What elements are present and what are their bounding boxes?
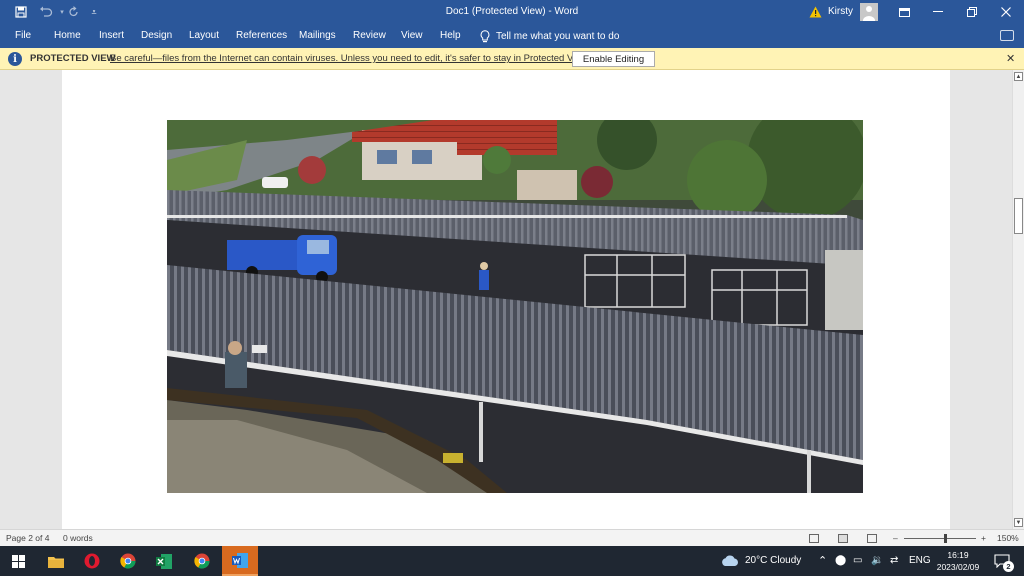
protected-view-bar: i PROTECTED VIEW Be careful—files from t… bbox=[0, 48, 1024, 70]
ribbon-tabs: File Home Insert Design Layout Reference… bbox=[0, 24, 1024, 48]
info-shield-icon: i bbox=[8, 52, 22, 66]
protected-view-label: PROTECTED VIEW bbox=[30, 53, 116, 64]
restore-button[interactable] bbox=[954, 0, 990, 24]
close-button[interactable] bbox=[988, 0, 1024, 24]
cloud-icon[interactable] bbox=[718, 546, 742, 576]
tab-view[interactable]: View bbox=[401, 24, 423, 48]
document-canvas[interactable] bbox=[0, 70, 1012, 529]
user-avatar[interactable] bbox=[860, 3, 878, 21]
tab-layout[interactable]: Layout bbox=[189, 24, 219, 48]
print-layout-icon[interactable] bbox=[838, 534, 848, 543]
tab-home[interactable]: Home bbox=[54, 24, 81, 48]
user-name[interactable]: Kirsty bbox=[828, 0, 853, 24]
read-mode-icon[interactable] bbox=[809, 534, 819, 543]
network-antivirus-icon[interactable]: ⬤ bbox=[835, 546, 846, 576]
title-bar: ▾ ⩡ Doc1 (Protected View) - Word Kirsty bbox=[0, 0, 1024, 24]
volume-icon[interactable]: 🔉 bbox=[871, 546, 883, 576]
status-bar: Page 2 of 4 0 words – + 150% bbox=[0, 529, 1024, 546]
zoom-in-icon[interactable]: + bbox=[981, 530, 986, 547]
tell-me-search[interactable]: Tell me what you want to do bbox=[480, 24, 619, 48]
weather-text[interactable]: 20°C Cloudy bbox=[745, 546, 801, 576]
tab-references[interactable]: References bbox=[236, 24, 287, 48]
lightbulb-icon bbox=[480, 29, 490, 42]
taskbar: 20°C Cloudy ⌃ ⬤ ▭ 🔉 ⇄ ENG 16:19 2023/02/… bbox=[0, 546, 1024, 576]
save-icon[interactable] bbox=[10, 0, 32, 24]
minimize-button[interactable] bbox=[920, 0, 956, 24]
ribbon-display-icon[interactable] bbox=[886, 0, 922, 24]
scroll-thumb[interactable] bbox=[1014, 198, 1023, 234]
excel-icon[interactable] bbox=[146, 546, 182, 576]
web-layout-icon[interactable] bbox=[867, 534, 877, 543]
tab-insert[interactable]: Insert bbox=[99, 24, 124, 48]
show-hidden-icons-icon[interactable]: ⌃ bbox=[818, 546, 827, 576]
file-explorer-icon[interactable] bbox=[38, 546, 74, 576]
vertical-scrollbar[interactable]: ▲ ▼ bbox=[1012, 70, 1024, 529]
document-page[interactable] bbox=[62, 70, 950, 529]
clock-time: 16:19 bbox=[947, 550, 969, 560]
clock-date: 2023/02/09 bbox=[936, 562, 980, 572]
customize-qat-icon[interactable]: ⩡ bbox=[88, 0, 100, 24]
opera-icon[interactable] bbox=[74, 546, 110, 576]
language-indicator[interactable]: ENG bbox=[909, 546, 931, 576]
start-icon[interactable] bbox=[0, 546, 36, 576]
chrome-profile-icon[interactable] bbox=[184, 546, 220, 576]
comments-icon[interactable] bbox=[1000, 30, 1014, 41]
page-count[interactable]: Page 2 of 4 bbox=[6, 530, 49, 547]
enable-editing-button[interactable]: Enable Editing bbox=[572, 51, 655, 67]
scroll-down-icon[interactable]: ▼ bbox=[1014, 518, 1023, 527]
undo-icon[interactable] bbox=[34, 0, 58, 24]
tab-file[interactable]: File bbox=[15, 24, 31, 48]
tab-review[interactable]: Review bbox=[353, 24, 386, 48]
zoom-slider[interactable] bbox=[904, 538, 976, 539]
protected-view-message[interactable]: Be careful—files from the Internet can c… bbox=[110, 48, 590, 70]
word-icon[interactable] bbox=[222, 546, 258, 576]
carport-roof-photo[interactable] bbox=[167, 120, 863, 493]
tab-design[interactable]: Design bbox=[141, 24, 172, 48]
warning-icon bbox=[806, 0, 824, 24]
word-count[interactable]: 0 words bbox=[63, 530, 93, 547]
chrome-icon[interactable] bbox=[110, 546, 146, 576]
zoom-out-icon[interactable]: – bbox=[893, 530, 898, 547]
tab-mailings[interactable]: Mailings bbox=[299, 24, 336, 48]
input-method-icon[interactable]: ⇄ bbox=[890, 546, 898, 576]
document-title: Doc1 (Protected View) - Word bbox=[445, 6, 579, 17]
zoom-level[interactable]: 150% bbox=[997, 530, 1019, 547]
notification-count: 2 bbox=[1003, 561, 1014, 572]
battery-icon[interactable]: ▭ bbox=[853, 546, 862, 576]
redo-icon[interactable] bbox=[64, 0, 84, 24]
zoom-slider-thumb[interactable] bbox=[944, 534, 947, 543]
close-message-bar-icon[interactable]: ✕ bbox=[1006, 48, 1015, 70]
clock[interactable]: 16:19 2023/02/09 bbox=[932, 549, 984, 573]
tell-me-label: Tell me what you want to do bbox=[496, 30, 620, 42]
scroll-up-icon[interactable]: ▲ bbox=[1014, 72, 1023, 81]
notifications-icon[interactable]: 2 bbox=[990, 546, 1014, 576]
tab-help[interactable]: Help bbox=[440, 24, 461, 48]
